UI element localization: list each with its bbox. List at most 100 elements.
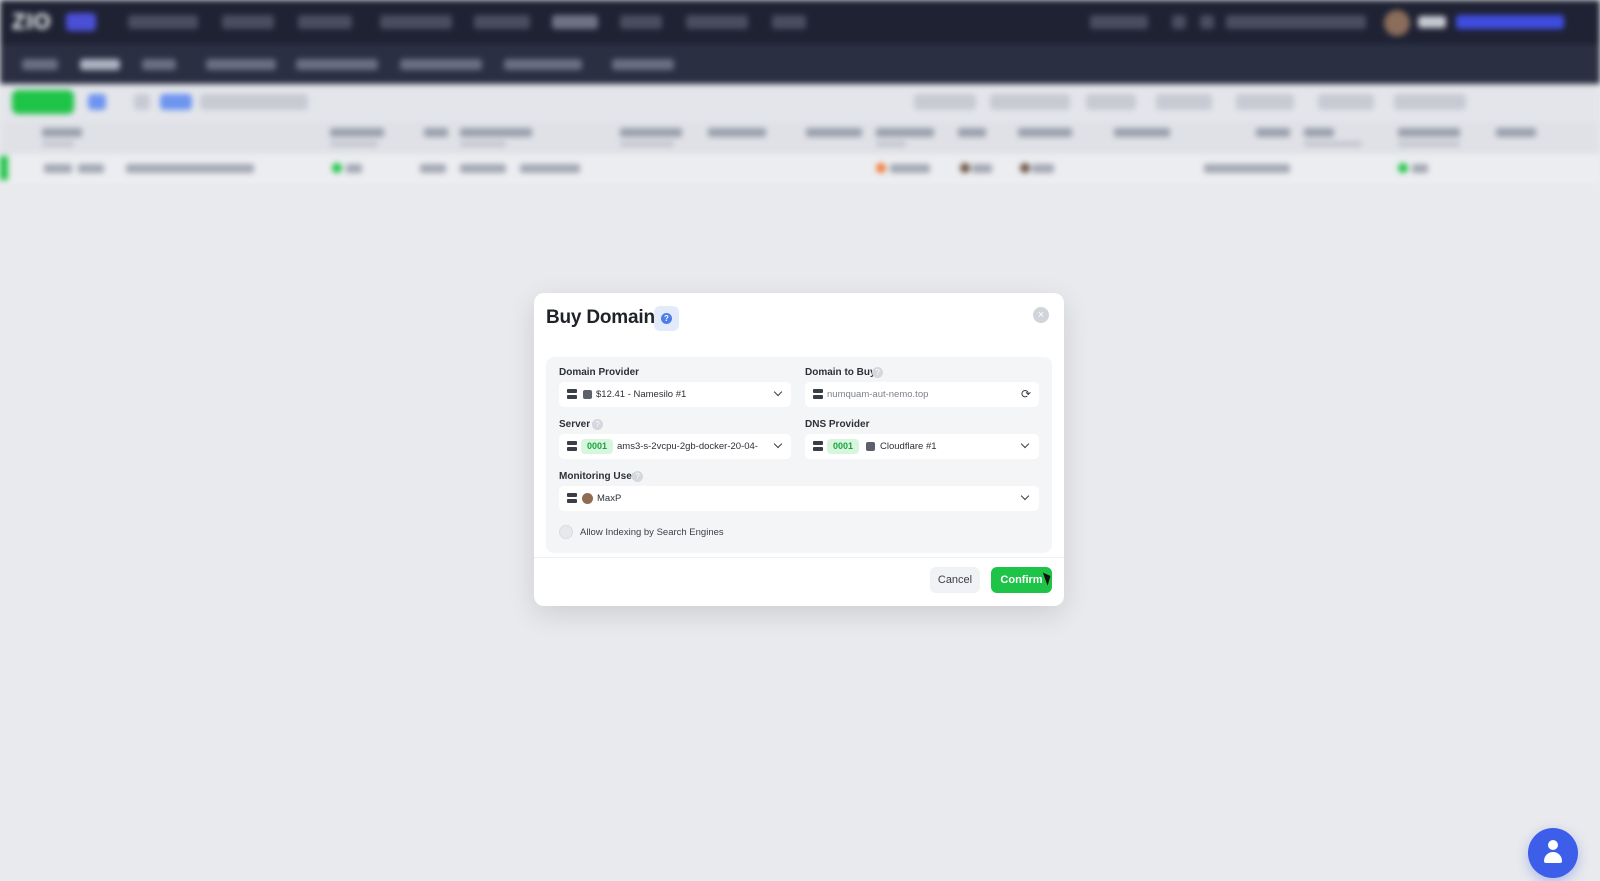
toolbar-chip <box>914 94 976 110</box>
user-support-icon-body <box>1544 852 1562 863</box>
provider-icon <box>583 390 592 399</box>
table-cell <box>1204 164 1290 173</box>
dns-provider-select[interactable]: 0001 Cloudflare #1 <box>805 434 1039 459</box>
table-header <box>0 122 1600 154</box>
subnav-item <box>400 59 482 70</box>
subnav-item <box>504 59 582 70</box>
buy-domain-modal: Buy Domain ? × Domain Provider $12.41 - … <box>534 293 1064 606</box>
column-header <box>1398 128 1460 137</box>
status-dot <box>876 163 886 173</box>
avatar <box>960 163 970 173</box>
column-header <box>330 128 384 137</box>
toolbar-chip <box>1236 94 1294 110</box>
column-header <box>1114 128 1170 137</box>
server-label: Server <box>559 419 591 430</box>
subnav-item <box>612 59 674 70</box>
column-header <box>1256 128 1290 137</box>
column-header <box>958 128 986 137</box>
user-avatar <box>582 493 593 504</box>
toolbar-chip <box>1394 94 1466 110</box>
column-header <box>806 128 862 137</box>
dns-provider-value: Cloudflare #1 <box>880 441 937 452</box>
nav-item <box>686 15 748 29</box>
server-icon <box>567 441 577 451</box>
table-cell <box>420 164 446 173</box>
column-subheader <box>1398 141 1460 147</box>
column-subheader <box>330 141 378 147</box>
subnav-item <box>22 59 58 70</box>
nav-item <box>1200 15 1214 29</box>
toolbar-chip <box>1156 94 1212 110</box>
nav-item <box>380 15 452 29</box>
allow-indexing-label[interactable]: Allow Indexing by Search Engines <box>580 527 724 538</box>
info-icon: ? <box>872 367 883 378</box>
domain-to-buy-label: Domain to Buy <box>805 367 876 378</box>
user-name <box>1418 16 1446 28</box>
domain-provider-select[interactable]: $12.41 - Namesilo #1 <box>559 382 791 407</box>
server-icon <box>567 493 577 503</box>
column-header <box>708 128 766 137</box>
monitoring-user-value: MaxP <box>597 493 622 504</box>
subnav-item <box>206 59 276 70</box>
dns-id-tag: 0001 <box>827 439 860 454</box>
user-tag <box>1456 15 1564 29</box>
nav-item <box>222 15 274 29</box>
domain-provider-value: $12.41 - Namesilo #1 <box>596 389 687 400</box>
server-icon <box>567 389 577 399</box>
nav-item <box>298 15 352 29</box>
column-header <box>424 128 448 137</box>
table-cell <box>460 164 506 173</box>
avatar <box>1020 163 1030 173</box>
nav-item <box>620 15 662 29</box>
form-panel: Domain Provider $12.41 - Namesilo #1 Dom… <box>546 357 1052 553</box>
modal-title: Buy Domain <box>546 307 655 328</box>
confirm-button[interactable]: Confirm <box>991 567 1052 593</box>
column-subheader <box>42 141 74 147</box>
support-chat-button[interactable] <box>1528 828 1578 878</box>
row-status-marker <box>0 156 8 180</box>
chevron-down-icon <box>1020 492 1030 502</box>
status-dot <box>1398 163 1408 173</box>
provider-icon <box>866 442 875 451</box>
cancel-button[interactable]: Cancel <box>930 567 980 593</box>
column-header <box>876 128 934 137</box>
toolbar-chip <box>990 94 1070 110</box>
column-subheader <box>620 141 674 147</box>
toolbar-chip <box>160 94 192 110</box>
create-button <box>12 90 74 114</box>
toolbar-chip <box>134 94 150 110</box>
column-header <box>42 128 82 137</box>
nav-item <box>128 15 198 29</box>
nav-item <box>1172 15 1186 29</box>
table-cell <box>890 164 930 173</box>
nav-item <box>772 15 806 29</box>
nav-item <box>474 15 530 29</box>
column-header <box>620 128 682 137</box>
table-cell <box>1412 164 1428 173</box>
monitoring-user-select[interactable]: MaxP <box>559 486 1039 511</box>
subnav-item <box>142 59 176 70</box>
column-header <box>1018 128 1072 137</box>
table-cell <box>44 164 72 173</box>
toolbar-search <box>200 94 308 110</box>
subnav-item <box>296 59 378 70</box>
app-logo: ZIO <box>12 9 52 34</box>
allow-indexing-checkbox[interactable] <box>559 525 573 539</box>
toolbar-chip <box>1318 94 1374 110</box>
server-select[interactable]: 0001 ams3-s-2vcpu-2gb-docker-20-04- <box>559 434 791 459</box>
nav-item-active <box>552 15 598 29</box>
table-cell <box>78 164 104 173</box>
table-cell <box>126 164 254 173</box>
server-icon <box>813 441 823 451</box>
refresh-icon[interactable]: ⟳ <box>1021 387 1031 401</box>
domain-to-buy-input[interactable]: numquam-aut-nemo.top ⟳ <box>805 382 1039 407</box>
server-id-tag: 0001 <box>581 439 614 454</box>
info-icon: ? <box>632 471 643 482</box>
server-icon <box>813 389 823 399</box>
table-cell <box>972 164 992 173</box>
close-icon[interactable]: × <box>1033 307 1049 323</box>
info-icon: ? <box>592 419 603 430</box>
column-subheader <box>460 141 506 147</box>
user-support-icon <box>1548 840 1558 850</box>
help-button[interactable]: ? <box>654 306 679 331</box>
